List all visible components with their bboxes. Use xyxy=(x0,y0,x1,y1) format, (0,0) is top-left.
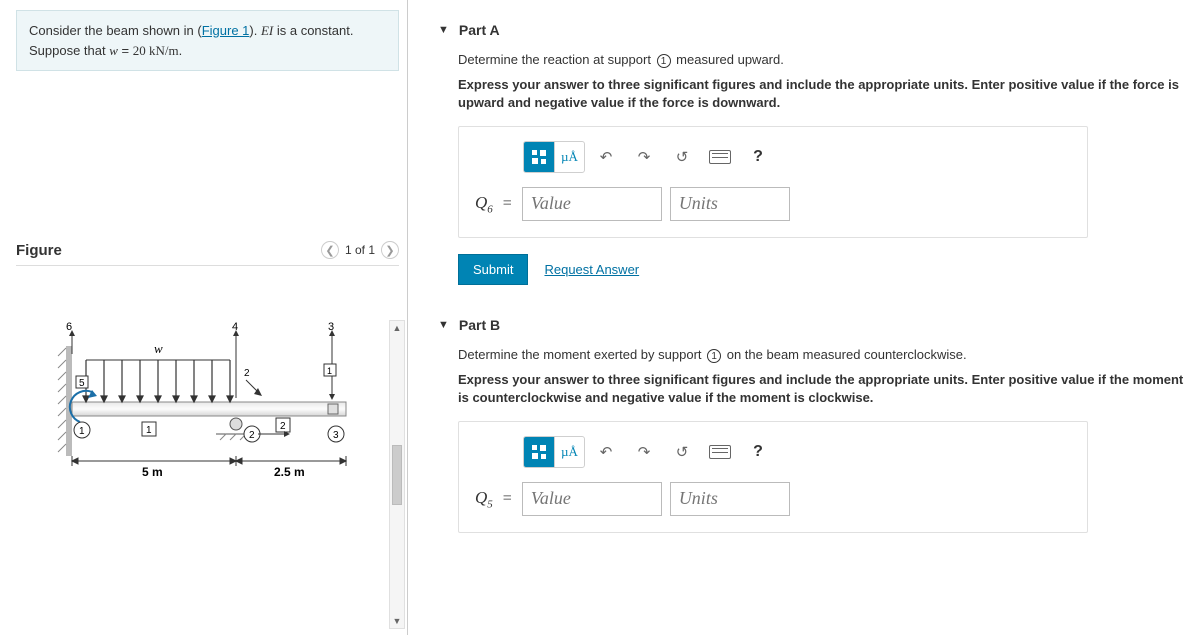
svg-text:1: 1 xyxy=(79,426,85,437)
part-a-value-input[interactable] xyxy=(522,187,662,221)
part-a-instructions: Express your answer to three significant… xyxy=(458,76,1190,112)
problem-statement: Consider the beam shown in (Figure 1). E… xyxy=(16,10,399,71)
scroll-thumb[interactable] xyxy=(392,445,402,505)
equals-sign: = xyxy=(501,490,514,508)
part-b-units-input[interactable] xyxy=(670,482,790,516)
part-b-header[interactable]: ▼ Part B xyxy=(438,305,1190,347)
part-b-answer-box: µÅ ↶ ↷ ↺ ? Q5 = xyxy=(458,421,1088,533)
reset-button[interactable]: ↺ xyxy=(665,437,699,467)
units-button[interactable]: µÅ xyxy=(554,437,584,467)
part-a-units-input[interactable] xyxy=(670,187,790,221)
part-a-var: Q6 xyxy=(475,193,493,215)
figure-title: Figure xyxy=(16,242,62,259)
svg-text:4: 4 xyxy=(232,321,238,333)
template-button[interactable] xyxy=(524,142,554,172)
svg-text:w: w xyxy=(154,341,163,356)
svg-text:3: 3 xyxy=(328,321,334,333)
svg-text:1: 1 xyxy=(327,366,332,376)
svg-text:2: 2 xyxy=(244,368,250,379)
part-b-title: Part B xyxy=(459,317,500,333)
units-button[interactable]: µÅ xyxy=(554,142,584,172)
figure-next-button[interactable]: ❯ xyxy=(381,241,399,259)
svg-text:1: 1 xyxy=(146,425,152,436)
left-scrollbar[interactable]: ▲ ▼ xyxy=(389,320,405,629)
undo-button[interactable]: ↶ xyxy=(589,437,623,467)
part-a-submit-button[interactable]: Submit xyxy=(458,254,528,285)
figure-pager: 1 of 1 xyxy=(345,243,375,257)
part-a-answer-box: µÅ ↶ ↷ ↺ ? Q6 = xyxy=(458,126,1088,238)
svg-text:2: 2 xyxy=(280,421,286,432)
svg-text:2: 2 xyxy=(249,430,255,441)
redo-button[interactable]: ↷ xyxy=(627,142,661,172)
scroll-down-icon[interactable]: ▼ xyxy=(391,614,404,628)
part-a-request-answer-link[interactable]: Request Answer xyxy=(544,262,639,277)
help-button[interactable]: ? xyxy=(741,142,775,172)
keyboard-icon xyxy=(709,150,731,164)
caret-down-icon: ▼ xyxy=(438,24,449,36)
part-b-instructions: Express your answer to three significant… xyxy=(458,371,1190,407)
svg-text:3: 3 xyxy=(333,430,339,441)
svg-text:2.5 m: 2.5 m xyxy=(274,465,305,479)
part-a-title: Part A xyxy=(459,22,500,38)
reset-button[interactable]: ↺ xyxy=(665,142,699,172)
figure-link[interactable]: Figure 1 xyxy=(202,23,250,38)
part-b-value-input[interactable] xyxy=(522,482,662,516)
undo-button[interactable]: ↶ xyxy=(589,142,623,172)
figure-prev-button[interactable]: ❮ xyxy=(321,241,339,259)
svg-text:5: 5 xyxy=(79,378,85,389)
redo-button[interactable]: ↷ xyxy=(627,437,661,467)
problem-text: Consider the beam shown in ( xyxy=(29,23,202,38)
part-b-prompt: Determine the moment exerted by support … xyxy=(458,347,1190,363)
template-button[interactable] xyxy=(524,437,554,467)
svg-text:6: 6 xyxy=(66,321,72,333)
caret-down-icon: ▼ xyxy=(438,319,449,331)
keyboard-button[interactable] xyxy=(703,142,737,172)
svg-text:5 m: 5 m xyxy=(142,465,163,479)
part-a-prompt: Determine the reaction at support 1 meas… xyxy=(458,52,1190,68)
equals-sign: = xyxy=(501,195,514,213)
scroll-up-icon[interactable]: ▲ xyxy=(391,321,404,335)
part-b-var: Q5 xyxy=(475,488,493,510)
figure-image: w 6 4 3 5 1 xyxy=(16,266,399,519)
help-button[interactable]: ? xyxy=(741,437,775,467)
keyboard-button[interactable] xyxy=(703,437,737,467)
part-a-header[interactable]: ▼ Part A xyxy=(438,10,1190,52)
keyboard-icon xyxy=(709,445,731,459)
